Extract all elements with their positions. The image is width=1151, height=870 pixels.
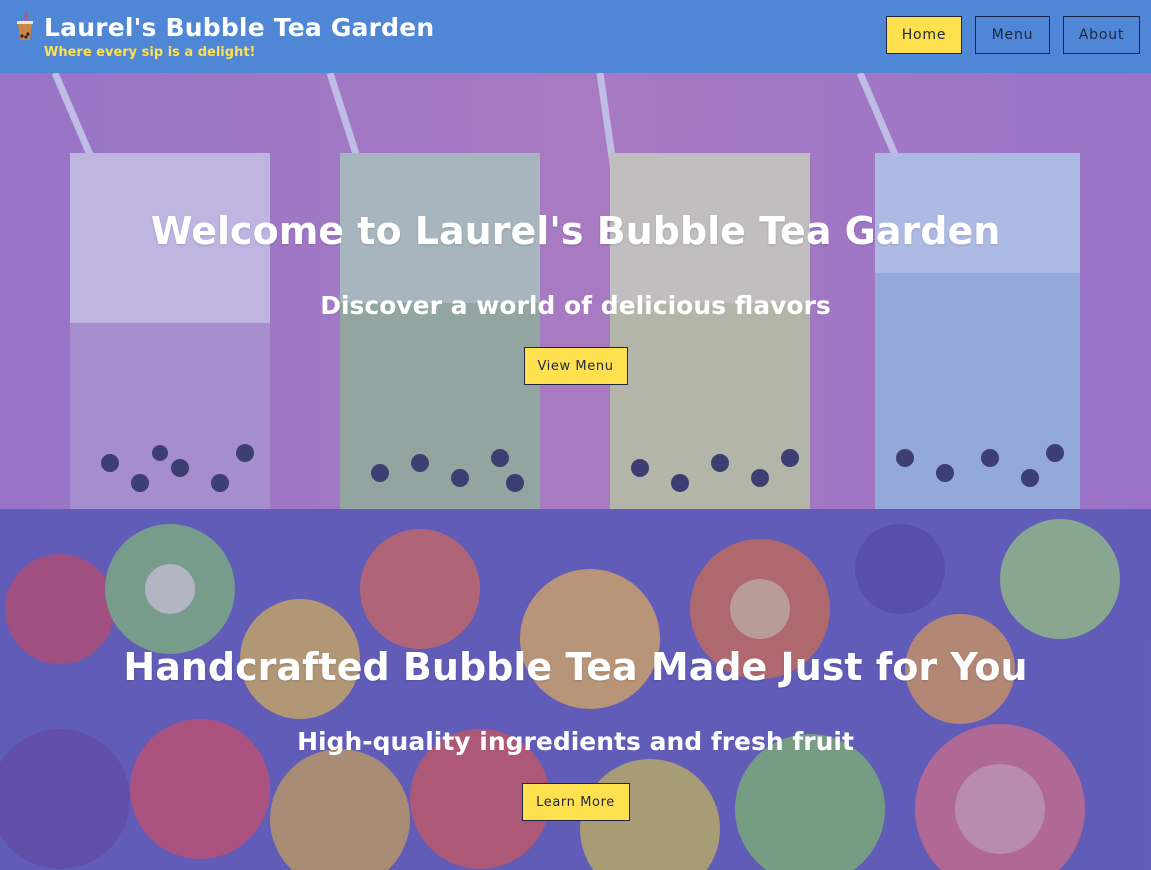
main-nav: Home Menu About: [886, 16, 1140, 54]
welcome-hero-content: Welcome to Laurel's Bubble Tea Garden: [0, 209, 1151, 253]
nav-home-button[interactable]: Home: [886, 16, 962, 54]
hero-cta-wrap: View Menu: [0, 347, 1151, 385]
site-tagline: Where every sip is a delight!: [44, 45, 256, 60]
feature-subtitle: High-quality ingredients and fresh fruit: [297, 727, 854, 756]
view-menu-button[interactable]: View Menu: [523, 347, 628, 385]
learn-more-button[interactable]: Learn More: [521, 783, 630, 821]
feature-title: Handcrafted Bubble Tea Made Just for You: [123, 645, 1028, 689]
bubble-tea-cup-icon: [14, 12, 36, 42]
hero-title: Welcome to Laurel's Bubble Tea Garden: [150, 209, 1001, 253]
feature-cta-wrap: Learn More: [0, 783, 1151, 821]
site-title: Laurel's Bubble Tea Garden: [44, 12, 435, 42]
feature-title-wrap: Handcrafted Bubble Tea Made Just for You: [0, 645, 1151, 689]
hero-subtitle: Discover a world of delicious flavors: [320, 291, 831, 320]
welcome-hero: Welcome to Laurel's Bubble Tea Garden Di…: [0, 73, 1151, 509]
feature-subtitle-wrap: High-quality ingredients and fresh fruit: [0, 727, 1151, 756]
hero-subtitle-wrap: Discover a world of delicious flavors: [0, 291, 1151, 320]
brand[interactable]: Laurel's Bubble Tea Garden Where every s…: [14, 12, 435, 60]
site-header: Laurel's Bubble Tea Garden Where every s…: [0, 0, 1151, 73]
nav-about-button[interactable]: About: [1063, 16, 1140, 54]
feature-hero: Handcrafted Bubble Tea Made Just for You…: [0, 509, 1151, 870]
nav-menu-button[interactable]: Menu: [975, 16, 1050, 54]
